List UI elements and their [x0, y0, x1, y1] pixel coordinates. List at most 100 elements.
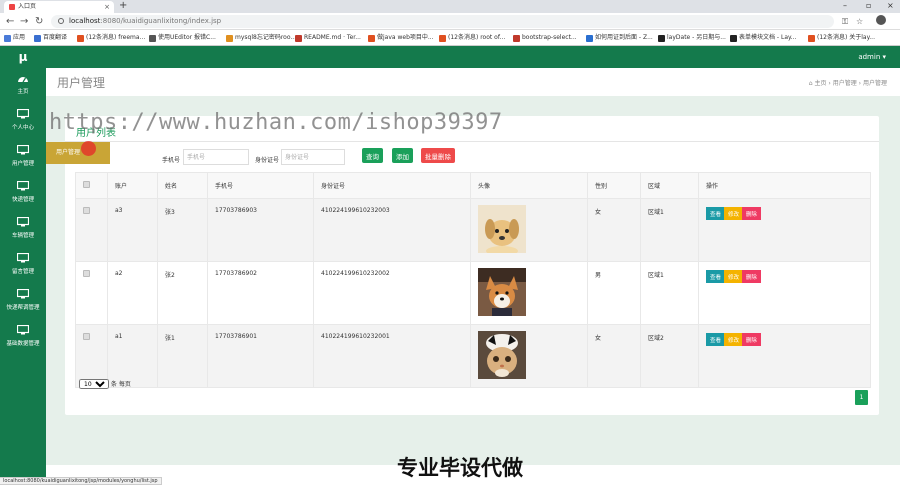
delete-button[interactable]: 删除 — [741, 270, 761, 283]
bookmark-favicon-icon — [34, 35, 41, 42]
edit-button[interactable]: 修改 — [723, 333, 743, 346]
id-number-cell: 410224199610232001 — [313, 324, 471, 388]
bookmark-item[interactable]: 应用 — [4, 30, 25, 46]
id-number-cell: 410224199610232003 — [313, 198, 471, 262]
new-tab-button[interactable]: + — [119, 0, 127, 12]
profile-avatar-icon[interactable] — [876, 15, 886, 25]
table-row: a1 张1 17703786901 410224199610232001 女 区… — [75, 324, 871, 388]
bookmark-item[interactable]: 百度翻译 — [34, 30, 67, 46]
bookmark-label: bootstrap-select... — [522, 34, 577, 41]
bookmark-item[interactable]: (12条消息) root of... — [439, 30, 505, 46]
sidebar-item-messages[interactable]: 留言管理 — [0, 253, 46, 283]
caption-watermark: 专业毕设代做 — [397, 456, 523, 480]
select-all-cell — [75, 172, 108, 199]
bookmark-label: 做java web项目中... — [377, 34, 434, 41]
column-header: 姓名 — [157, 172, 208, 199]
bookmark-item[interactable]: 如何用证到后面 - Z... — [586, 30, 653, 46]
bookmark-item[interactable]: (12条消息) freema... — [77, 30, 145, 46]
column-header: 手机号 — [207, 172, 314, 199]
phone-search-input[interactable] — [183, 149, 249, 165]
pagination-current-page[interactable]: 1 — [855, 390, 868, 405]
sidebar-item-home[interactable]: 主页 — [0, 73, 46, 103]
sidebar-item-label: 个人中心 — [11, 125, 34, 131]
area-cell: 区域2 — [640, 324, 699, 388]
row-checkbox[interactable] — [83, 270, 90, 277]
bookmark-label: mysql8忘记密码roo... — [235, 34, 297, 41]
user-list-card: 用户列表 手机号 身份证号 查询 添加 批量删除 账户 姓名 手机号 身份证号 … — [65, 116, 879, 415]
monitor-icon — [17, 253, 29, 263]
star-icon[interactable]: ☆ — [856, 15, 863, 28]
url-watermark: https://www.huzhan.com/ishop39397 — [49, 110, 503, 135]
add-button[interactable]: 添加 — [392, 148, 413, 163]
bookmark-favicon-icon — [658, 35, 665, 42]
sidebar-item-label: 车辆管理 — [11, 233, 34, 239]
bookmark-item[interactable]: bootstrap-select... — [513, 30, 577, 46]
sidebar-item-users[interactable]: 用户管理 — [0, 145, 46, 175]
row-checkbox[interactable] — [83, 333, 90, 340]
actions-cell: 查看 修改 删除 — [698, 261, 871, 325]
bookmark-item[interactable]: README.md · Ter... — [295, 30, 361, 46]
back-icon[interactable]: ← — [6, 14, 14, 29]
account-cell: a3 — [107, 198, 158, 262]
cat-avatar-image — [478, 331, 526, 379]
phone-label: 手机号 — [162, 157, 181, 164]
maximize-icon[interactable]: ▫ — [866, 0, 871, 12]
url-field[interactable]: localhost:8080/kuaidiguanlixitong/index.… — [51, 15, 834, 28]
user-table: 账户 姓名 手机号 身份证号 头像 性别 区域 操作 a3 张3 1770378… — [75, 172, 871, 388]
select-all-checkbox[interactable] — [83, 181, 90, 188]
sidebar-item-express-help[interactable]: 快递帮调管理 — [0, 289, 46, 319]
reload-icon[interactable]: ↻ — [35, 14, 43, 29]
delete-button[interactable]: 删除 — [741, 333, 761, 346]
bookmark-item[interactable]: 做java web项目中... — [368, 30, 434, 46]
bookmark-label: layDate - 另日期与... — [667, 34, 726, 41]
site-info-icon[interactable] — [58, 18, 64, 24]
bookmark-label: 百度翻译 — [43, 34, 68, 41]
avatar-cell — [470, 261, 588, 325]
view-button[interactable]: 查看 — [706, 333, 726, 346]
browser-tabstrip: 入口页 × + – ▫ × — [0, 0, 900, 13]
row-checkbox[interactable] — [83, 207, 90, 214]
avatar-cell — [470, 198, 588, 262]
bookmark-label: (12条消息) root of... — [448, 34, 506, 41]
apps-icon — [4, 35, 11, 42]
breadcrumb-item[interactable]: 用户管理 — [833, 80, 857, 87]
url-host: localhost — [69, 17, 101, 25]
browser-tab[interactable]: 入口页 × — [4, 1, 114, 13]
sidebar-item-base-data[interactable]: 基础数据管理 — [0, 325, 46, 355]
bookmark-item[interactable]: mysql8忘记密码roo... — [226, 30, 296, 46]
sidebar-item-vehicles[interactable]: 车辆管理 — [0, 217, 46, 247]
edit-button[interactable]: 修改 — [723, 270, 743, 283]
window-close-icon[interactable]: × — [887, 0, 894, 12]
app-logo: μ — [18, 50, 28, 64]
page-title: 用户管理 — [57, 76, 106, 90]
sidebar-item-express[interactable]: 快递管理 — [0, 181, 46, 211]
user-menu[interactable]: admin ▾ — [858, 46, 886, 68]
sidebar-item-personal[interactable]: 个人中心 — [0, 109, 46, 139]
query-button[interactable]: 查询 — [362, 148, 383, 163]
delete-button[interactable]: 删除 — [741, 207, 761, 220]
column-header: 区域 — [640, 172, 699, 199]
breadcrumb-item[interactable]: 主页 — [814, 80, 826, 87]
bookmark-item[interactable]: 表单模块文档 - Lay... — [730, 30, 796, 46]
page-size-suffix: 条 每页 — [110, 381, 131, 388]
column-header: 账户 — [107, 172, 158, 199]
key-icon[interactable]: ⚿ — [842, 15, 848, 28]
close-tab-icon[interactable]: × — [104, 1, 110, 13]
view-button[interactable]: 查看 — [706, 207, 726, 220]
bookmark-favicon-icon — [149, 35, 156, 42]
bookmark-item[interactable]: 使用UEditor 报错C... — [149, 30, 216, 46]
id-number-search-input[interactable] — [281, 149, 345, 165]
page-size-select[interactable]: 10 — [79, 379, 109, 389]
edit-button[interactable]: 修改 — [723, 207, 743, 220]
minimize-icon[interactable]: – — [843, 0, 847, 12]
bookmark-favicon-icon — [295, 35, 302, 42]
forward-icon[interactable]: → — [20, 14, 28, 29]
bookmark-item[interactable]: layDate - 另日期与... — [658, 30, 726, 46]
view-button[interactable]: 查看 — [706, 270, 726, 283]
bookmark-favicon-icon — [439, 35, 446, 42]
bookmark-item[interactable]: (12条消息) 关于lay... — [808, 30, 875, 46]
shiba-avatar-image — [478, 268, 526, 316]
batch-delete-button[interactable]: 批量删除 — [421, 148, 455, 163]
monitor-icon — [17, 109, 29, 119]
breadcrumb-item: 用户管理 — [862, 80, 887, 87]
